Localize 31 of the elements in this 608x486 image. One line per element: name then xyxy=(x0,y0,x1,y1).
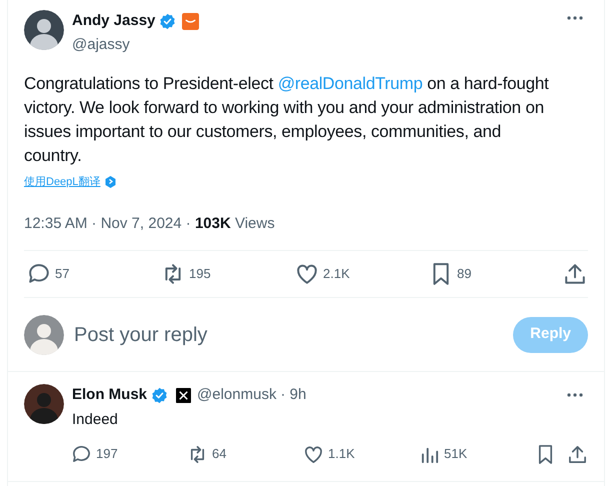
like-count: 1.1K xyxy=(328,445,355,464)
more-options-icon[interactable] xyxy=(566,16,584,20)
avatar xyxy=(24,384,64,424)
author-handle[interactable]: @elonmusk xyxy=(197,384,276,406)
heart-icon[interactable] xyxy=(296,263,318,285)
share-icon[interactable] xyxy=(568,444,587,464)
deepl-icon xyxy=(104,175,118,190)
avatar xyxy=(24,314,64,354)
repost-count: 64 xyxy=(212,445,226,464)
speech-bubble-icon[interactable] xyxy=(72,444,91,464)
share-icon[interactable] xyxy=(564,263,586,285)
heart-icon[interactable] xyxy=(304,444,323,464)
repost-count: 195 xyxy=(189,265,211,284)
post-time[interactable]: · 9h xyxy=(280,384,306,406)
author-name[interactable]: Andy Jassy xyxy=(72,10,156,32)
bookmark-count: 89 xyxy=(457,265,472,284)
post-text: Congratulations to President-elect @realDonaldTrump on a hard-fought victory. We look forward to working with you and your administration on issues important to our customers, employees, communities, and country. xyxy=(24,73,550,167)
repost-icon[interactable] xyxy=(188,444,207,464)
reply-count: 197 xyxy=(96,445,118,464)
bookmark-icon[interactable] xyxy=(536,444,555,464)
author-name[interactable]: Elon Musk xyxy=(72,384,148,406)
post-timestamp[interactable]: 12:35 AM · Nov 7, 2024 · xyxy=(24,212,195,235)
view-count: 103K Views xyxy=(194,214,275,234)
more-options-icon[interactable] xyxy=(566,393,584,398)
like-count: 2.1K xyxy=(323,265,350,284)
view-count: 51K xyxy=(444,445,468,464)
speech-bubble-icon[interactable] xyxy=(28,263,50,285)
avatar xyxy=(24,10,64,50)
reply-text: Indeed xyxy=(72,410,119,430)
reply-count: 57 xyxy=(55,265,70,284)
author-handle[interactable]: @ajassy xyxy=(72,34,566,56)
